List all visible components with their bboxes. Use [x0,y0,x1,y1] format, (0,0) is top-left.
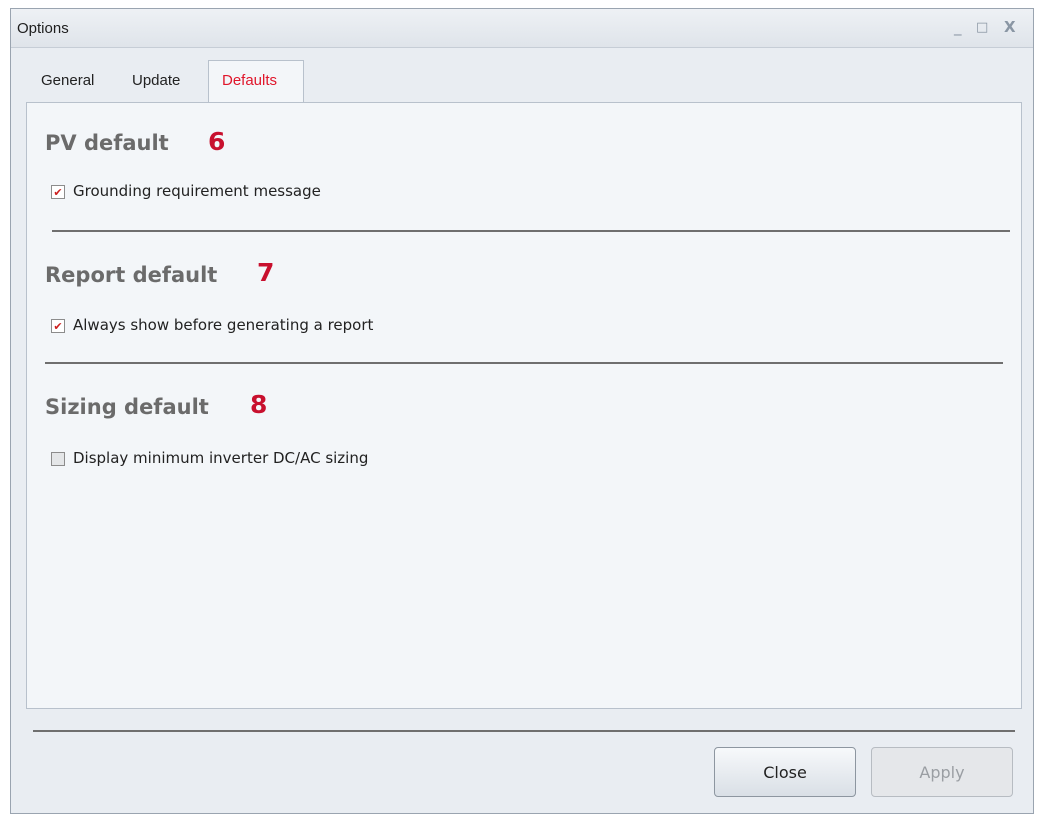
report-checkbox[interactable]: ✔ [51,319,65,333]
title-bar: Options _ □ X [11,9,1033,48]
sizing-checkbox[interactable] [51,452,65,466]
section-title-sizing: Sizing default [45,395,209,419]
close-button[interactable]: Close [714,747,856,797]
footer-divider [33,730,1015,732]
grounding-checkbox[interactable]: ✔ [51,185,65,199]
minimize-icon[interactable]: _ [954,18,962,36]
section-marker-sizing: 8 [250,390,268,419]
options-window: Options _ □ X General Update Defaults PV… [10,8,1034,814]
grounding-checkbox-label: Grounding requirement message [73,182,321,200]
section-title-report: Report default [45,263,218,287]
apply-button[interactable]: Apply [871,747,1013,797]
report-checkbox-label: Always show before generating a report [73,316,374,334]
section-marker-pv: 6 [208,127,226,156]
maximize-icon[interactable]: □ [976,20,988,35]
tab-update[interactable]: Update [132,72,180,89]
tab-defaults[interactable]: Defaults [222,72,277,89]
window-title: Options [17,20,69,37]
close-icon[interactable]: X [1004,18,1016,36]
divider [52,230,1010,232]
tab-general[interactable]: General [41,72,94,89]
divider [45,362,1003,364]
section-title-pv: PV default [45,131,169,155]
defaults-panel: PV default 6 ✔ Grounding requirement mes… [26,102,1022,709]
section-marker-report: 7 [257,258,275,287]
sizing-checkbox-label: Display minimum inverter DC/AC sizing [73,449,369,467]
